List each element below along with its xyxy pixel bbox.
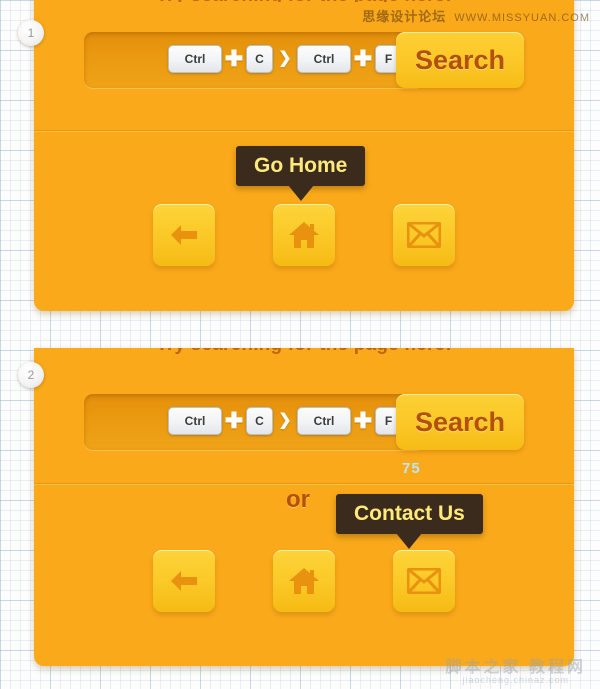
search-row-1: Ctrl ✚ C ❯ Ctrl ✚ F Search <box>84 32 552 88</box>
watermark-bottom-url: jiaocheng.chinaz.com <box>462 675 570 685</box>
home-icon <box>288 566 320 596</box>
error-page-panel-2: Try searching for the page here! Ctrl ✚ … <box>34 348 574 666</box>
envelope-icon <box>407 568 441 594</box>
tooltip-go-home-label: Go Home <box>254 154 348 177</box>
search-button-2[interactable]: Search <box>396 394 524 450</box>
icon-button-row-1 <box>34 204 574 266</box>
watermark-top-cn: 思缘设计论坛 <box>362 9 447 24</box>
tooltip-go-home: Go Home <box>236 146 366 201</box>
search-button-label: Search <box>414 407 506 437</box>
plus-icon: ✚ <box>224 408 244 433</box>
plus-icon: ✚ <box>353 46 373 71</box>
key-ctrl-2[interactable]: Ctrl <box>297 45 351 73</box>
back-button-1[interactable] <box>153 204 215 266</box>
error-page-panel-1: Try searching for the page here! Ctrl ✚ … <box>34 0 574 311</box>
plus-icon: ✚ <box>353 408 373 433</box>
watermark-top-en: WWW.MISSYUAN.COM <box>454 12 590 24</box>
watermark-bottom: 脚本之家 教程网 jiaocheng.chinaz.com <box>446 653 586 685</box>
search-button-1[interactable]: Search <box>396 32 524 88</box>
search-input-1[interactable]: Ctrl ✚ C ❯ Ctrl ✚ F <box>84 32 424 88</box>
tooltip-contact-us-label: Contact Us <box>354 502 465 525</box>
chevron-right-icon: ❯ <box>278 412 292 429</box>
chevron-right-icon: ❯ <box>278 50 292 67</box>
panel-1-heading: Try searching for the page here! <box>34 0 574 2</box>
icon-button-row-2 <box>34 550 574 612</box>
search-input-2[interactable]: Ctrl ✚ C ❯ Ctrl ✚ F <box>84 394 424 450</box>
step-badge-1: 1 <box>18 20 44 46</box>
key-ctrl-3[interactable]: Ctrl <box>168 407 222 435</box>
envelope-icon <box>407 222 441 248</box>
contact-button-1[interactable] <box>393 204 455 266</box>
search-button-label: Search <box>414 45 506 75</box>
key-c-2[interactable]: C <box>246 407 273 435</box>
step-badge-2: 2 <box>18 362 44 388</box>
back-arrow-icon <box>167 567 201 595</box>
key-c-1[interactable]: C <box>246 45 273 73</box>
shortcut-keys-1: Ctrl ✚ C ❯ Ctrl ✚ F <box>168 45 402 73</box>
key-ctrl-1[interactable]: Ctrl <box>168 45 222 73</box>
home-button-1[interactable] <box>273 204 335 266</box>
watermark-top: 思缘设计论坛 WWW.MISSYUAN.COM <box>362 6 590 25</box>
back-button-2[interactable] <box>153 550 215 612</box>
panel-2-divider <box>34 483 574 485</box>
tooltip-contact-us: Contact Us <box>336 494 483 549</box>
plus-icon: ✚ <box>224 46 244 71</box>
home-icon <box>288 220 320 250</box>
panel-2-heading: Try searching for the page here! <box>34 348 574 364</box>
shortcut-keys-2: Ctrl ✚ C ❯ Ctrl ✚ F <box>168 407 402 435</box>
panel-1-divider <box>34 130 574 132</box>
back-arrow-icon <box>167 221 201 249</box>
count-label: 75 <box>402 460 421 477</box>
search-row-2: Ctrl ✚ C ❯ Ctrl ✚ F Search <box>84 394 552 450</box>
watermark-bottom-cn: 脚本之家 教程网 <box>445 659 586 676</box>
home-button-2[interactable] <box>273 550 335 612</box>
key-ctrl-4[interactable]: Ctrl <box>297 407 351 435</box>
contact-button-2[interactable] <box>393 550 455 612</box>
or-label: or <box>286 486 310 513</box>
